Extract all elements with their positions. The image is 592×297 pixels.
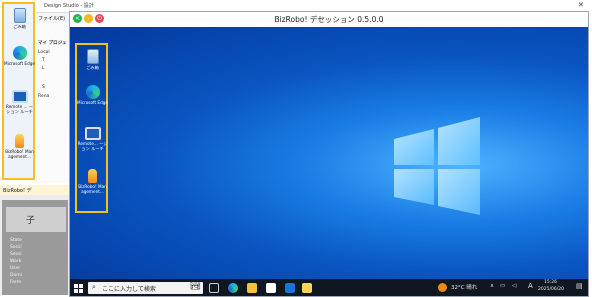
session-desktop-icon-edge[interactable]: Microsoft Edge — [77, 85, 108, 105]
design-studio-menubar: ファイル(E) — [36, 13, 70, 23]
weather-icon — [438, 283, 447, 292]
start-icon[interactable] — [74, 284, 83, 293]
clock-date[interactable]: 2025/06/20 — [538, 287, 564, 292]
bizrobo-panel-line: Farm — [10, 280, 22, 285]
tree-item[interactable]: L — [42, 66, 45, 71]
taskbar-search-box[interactable]: ⌕ ここに入力して検索 🏞 — [88, 281, 203, 294]
bizrobo-icon — [15, 134, 24, 148]
clock-time[interactable]: 15:26 — [544, 280, 557, 285]
bizrobo-panel-header: 子 — [6, 207, 66, 232]
network-icon[interactable]: ▭ — [500, 283, 505, 289]
taskbar-edge-icon[interactable] — [228, 283, 238, 293]
session-title: BizRobo! デセッション 0.5.0.0 — [274, 15, 384, 24]
remote-desktop-wallpaper: ごみ箱 Microsoft Edge Remote... ーション ルーチ Bi… — [70, 27, 588, 279]
bizrobo-panel-title: BizRobo! デ — [3, 188, 32, 194]
search-icon: ⌕ — [92, 283, 96, 291]
recycle-bin-icon — [86, 49, 99, 64]
session-desktop-icon-bizrobo[interactable]: BizRobo! Management... — [77, 169, 108, 194]
bizrobo-panel-line: Sessi — [10, 252, 22, 257]
ime-indicator[interactable]: A — [528, 282, 533, 290]
bizrobo-panel-line: State — [10, 238, 22, 243]
session-window: < - ⏻ BizRobo! デセッション 0.5.0.0 ごみ箱 Micros… — [69, 11, 589, 297]
design-studio-title: Design Studio - 設計 — [44, 3, 94, 9]
search-highlight-icon: 🏞 — [189, 281, 201, 291]
edge-icon — [85, 85, 100, 99]
store-icon[interactable] — [266, 283, 276, 293]
bizrobo-panel-line: Sessi — [10, 245, 22, 250]
host-desktop-icon-edge[interactable]: Microsoft Edge — [4, 46, 35, 66]
tree-item[interactable]: Rena — [38, 94, 49, 99]
show-hidden-icons-icon[interactable]: ∧ — [490, 283, 494, 289]
windows-logo — [394, 117, 480, 215]
mail-icon[interactable] — [285, 283, 295, 293]
volume-icon[interactable]: ◁ — [512, 283, 516, 289]
tree-header: マイ プロジェ — [38, 41, 67, 46]
host-desktop-icon-remote[interactable]: Remote ... ーション ルーチ — [4, 90, 35, 114]
menu-file[interactable]: ファイル(E) — [38, 15, 65, 22]
bizrobo-panel-heading: 子 — [26, 216, 36, 226]
session-titlebar: < - ⏻ BizRobo! デセッション 0.5.0.0 — [70, 12, 588, 28]
project-tree: マイ プロジェ Local T L S Rena — [36, 23, 71, 183]
host-desktop-icon-recycle-bin[interactable]: ごみ箱 — [4, 8, 35, 29]
notifications-icon[interactable]: ▤ — [576, 282, 583, 290]
remote-desktop-icon — [11, 90, 28, 103]
design-studio-close-icon[interactable]: ✕ — [578, 1, 584, 9]
tree-item[interactable]: T — [42, 58, 45, 63]
session-desktop-icons-highlight: ごみ箱 Microsoft Edge Remote... ーション ルーチ Bi… — [75, 43, 108, 213]
session-desktop-icon-recycle-bin[interactable]: ごみ箱 — [77, 49, 108, 70]
file-explorer-icon[interactable] — [247, 283, 257, 293]
bizrobo-icon — [88, 169, 97, 183]
bizrobo-panel-line: User — [10, 266, 21, 271]
recycle-bin-icon — [13, 8, 26, 23]
search-placeholder: ここに入力して検索 — [102, 286, 156, 293]
bizrobo-panel-titlebar: BizRobo! デ — [0, 185, 70, 195]
session-desktop-icon-remote[interactable]: Remote... ーション ルーチ — [77, 127, 108, 151]
tree-item[interactable]: S — [42, 85, 45, 90]
host-desktop-icon-bizrobo[interactable]: BizRobo! Management... — [4, 134, 35, 159]
weather-text[interactable]: 32°C 晴れ — [451, 283, 477, 291]
taskbar: ⌕ ここに入力して検索 🏞 32°C 晴れ ∧ ▭ ◁ A 15:26 2025… — [70, 279, 588, 296]
bizrobo-panel-line: Work — [10, 259, 22, 264]
host-desktop-icons-highlight: ごみ箱 Microsoft Edge Remote ... ーション ルーチ B… — [2, 2, 35, 180]
remote-desktop-icon — [84, 127, 101, 140]
edge-icon — [12, 46, 27, 60]
tree-item[interactable]: Local — [38, 50, 50, 55]
bizrobo-panel-line: Domi — [10, 273, 22, 278]
task-view-icon[interactable] — [209, 283, 219, 293]
taskbar-bizrobo-icon[interactable] — [302, 283, 312, 293]
